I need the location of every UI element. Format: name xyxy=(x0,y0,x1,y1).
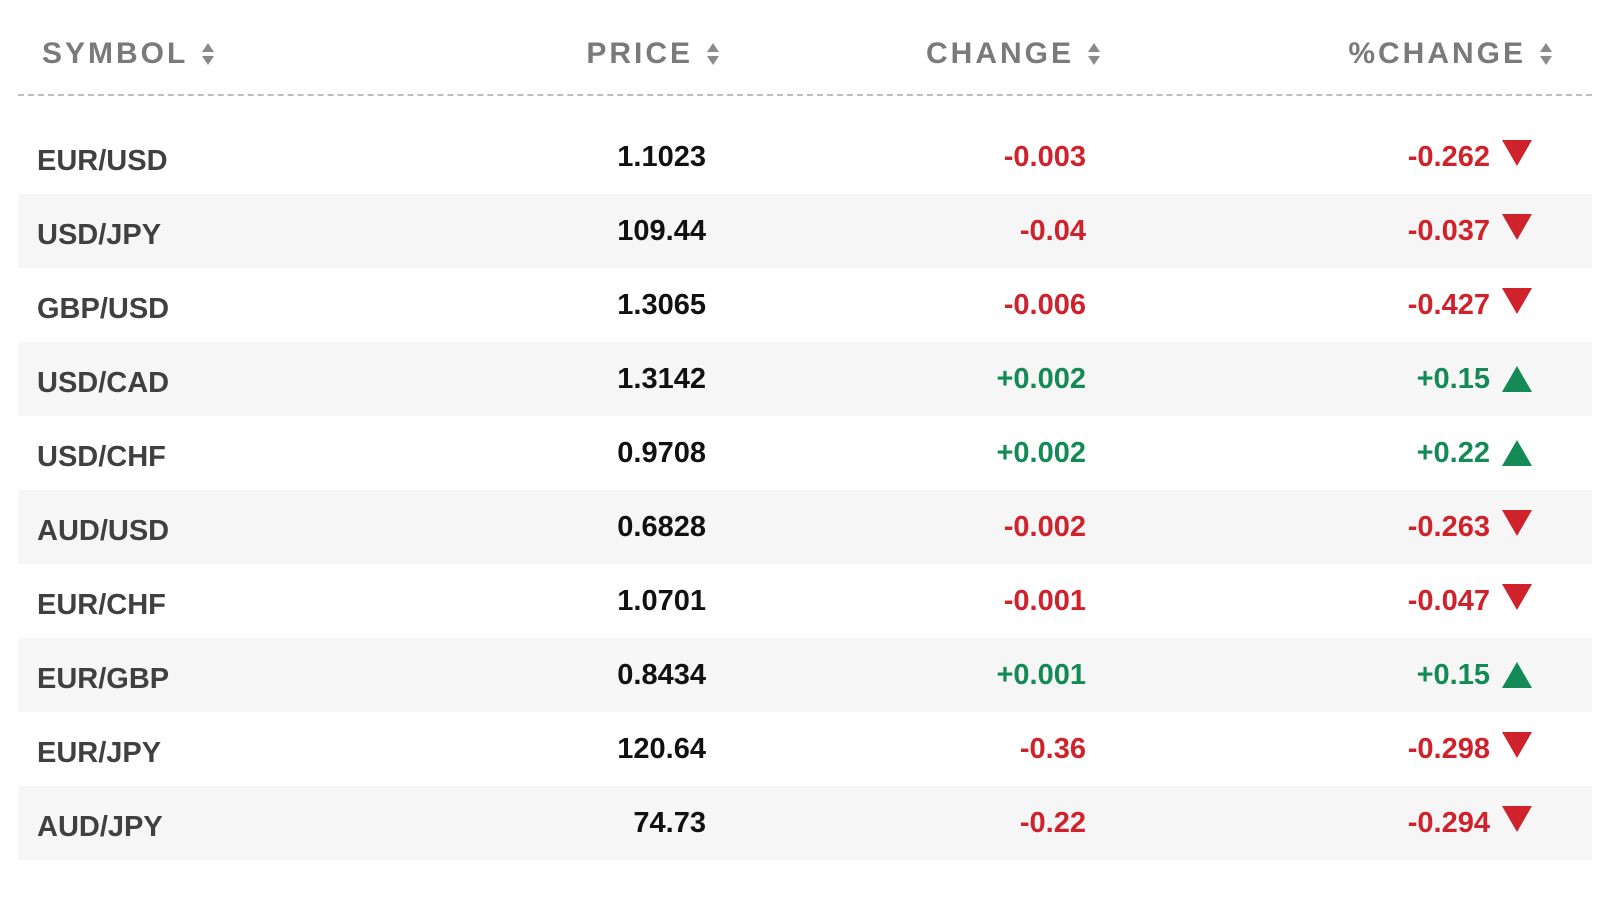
arrow-down-icon xyxy=(1502,732,1532,758)
arrow-down-icon xyxy=(1502,214,1532,240)
table-row[interactable]: EUR/USD 1.1023 -0.003 -0.262 xyxy=(18,120,1592,194)
symbol-link[interactable]: GBP/USD xyxy=(37,268,169,342)
column-header-pct-change[interactable]: %CHANGE xyxy=(1348,34,1552,74)
table-row[interactable]: EUR/CHF 1.0701 -0.001 -0.047 xyxy=(18,564,1592,638)
column-header-change-label: CHANGE xyxy=(925,37,1074,70)
price-value: 1.0701 xyxy=(617,584,706,617)
table-header: SYMBOL PRICE CHANGE %CHANGE xyxy=(18,0,1592,96)
pct-change-value: -0.294 xyxy=(1407,806,1490,839)
symbol-link[interactable]: EUR/GBP xyxy=(37,638,169,712)
change-value: -0.003 xyxy=(1003,140,1086,173)
change-value: -0.006 xyxy=(1003,288,1086,321)
arrow-down-icon xyxy=(1502,806,1532,832)
pct-change-value: -0.263 xyxy=(1407,510,1490,543)
arrow-up-icon xyxy=(1502,440,1532,466)
pct-change-value: -0.298 xyxy=(1407,732,1490,765)
pct-change-value: +0.22 xyxy=(1416,436,1490,469)
arrow-down-icon xyxy=(1502,140,1532,166)
change-value: +0.002 xyxy=(996,436,1086,469)
quote-table: SYMBOL PRICE CHANGE %CHANGE EUR/USD 1.10… xyxy=(18,0,1592,860)
symbol-link[interactable]: USD/JPY xyxy=(37,194,161,268)
arrow-down-icon xyxy=(1502,584,1532,610)
price-value: 1.3142 xyxy=(617,362,706,395)
pct-change-value: -0.427 xyxy=(1407,288,1490,321)
table-row[interactable]: USD/JPY 109.44 -0.04 -0.037 xyxy=(18,194,1592,268)
change-value: -0.36 xyxy=(1019,732,1086,765)
price-value: 0.6828 xyxy=(617,510,706,543)
change-value: -0.22 xyxy=(1019,806,1086,839)
column-header-price[interactable]: PRICE xyxy=(586,34,719,74)
column-header-change[interactable]: CHANGE xyxy=(926,34,1100,74)
change-value: +0.002 xyxy=(996,362,1086,395)
column-header-symbol[interactable]: SYMBOL xyxy=(42,34,215,74)
change-value: -0.002 xyxy=(1003,510,1086,543)
table-body: EUR/USD 1.1023 -0.003 -0.262 USD/JPY 109… xyxy=(18,120,1592,860)
arrow-down-icon xyxy=(1502,288,1532,314)
price-value: 109.44 xyxy=(617,214,706,247)
symbol-link[interactable]: AUD/JPY xyxy=(37,786,163,860)
pct-change-value: -0.047 xyxy=(1407,584,1490,617)
table-row[interactable]: USD/CHF 0.9708 +0.002 +0.22 xyxy=(18,416,1592,490)
sort-icon[interactable] xyxy=(707,43,719,65)
change-value: +0.001 xyxy=(996,658,1086,691)
symbol-link[interactable]: USD/CAD xyxy=(37,342,169,416)
price-value: 0.9708 xyxy=(617,436,706,469)
table-row[interactable]: GBP/USD 1.3065 -0.006 -0.427 xyxy=(18,268,1592,342)
price-value: 1.1023 xyxy=(617,140,706,173)
symbol-link[interactable]: EUR/USD xyxy=(37,120,168,194)
pct-change-value: -0.037 xyxy=(1407,214,1490,247)
symbol-link[interactable]: EUR/CHF xyxy=(37,564,166,638)
change-value: -0.001 xyxy=(1003,584,1086,617)
sort-icon[interactable] xyxy=(1540,43,1552,65)
sort-icon[interactable] xyxy=(1088,43,1100,65)
column-header-symbol-label: SYMBOL xyxy=(42,37,189,70)
arrow-up-icon xyxy=(1502,366,1532,392)
price-value: 1.3065 xyxy=(617,288,706,321)
sort-icon[interactable] xyxy=(202,43,215,65)
table-row[interactable]: AUD/USD 0.6828 -0.002 -0.263 xyxy=(18,490,1592,564)
table-row[interactable]: AUD/JPY 74.73 -0.22 -0.294 xyxy=(18,786,1592,860)
arrow-up-icon xyxy=(1502,662,1532,688)
arrow-down-icon xyxy=(1502,510,1532,536)
change-value: -0.04 xyxy=(1019,214,1086,247)
price-value: 0.8434 xyxy=(617,658,706,691)
table-row[interactable]: USD/CAD 1.3142 +0.002 +0.15 xyxy=(18,342,1592,416)
pct-change-value: +0.15 xyxy=(1416,658,1490,691)
price-value: 120.64 xyxy=(617,732,706,765)
symbol-link[interactable]: AUD/USD xyxy=(37,490,169,564)
column-header-pct-change-label: %CHANGE xyxy=(1348,37,1526,70)
price-value: 74.73 xyxy=(633,806,706,839)
pct-change-value: +0.15 xyxy=(1416,362,1490,395)
table-row[interactable]: EUR/JPY 120.64 -0.36 -0.298 xyxy=(18,712,1592,786)
symbol-link[interactable]: EUR/JPY xyxy=(37,712,161,786)
table-row[interactable]: EUR/GBP 0.8434 +0.001 +0.15 xyxy=(18,638,1592,712)
pct-change-value: -0.262 xyxy=(1407,140,1490,173)
symbol-link[interactable]: USD/CHF xyxy=(37,416,166,490)
column-header-price-label: PRICE xyxy=(586,37,693,70)
